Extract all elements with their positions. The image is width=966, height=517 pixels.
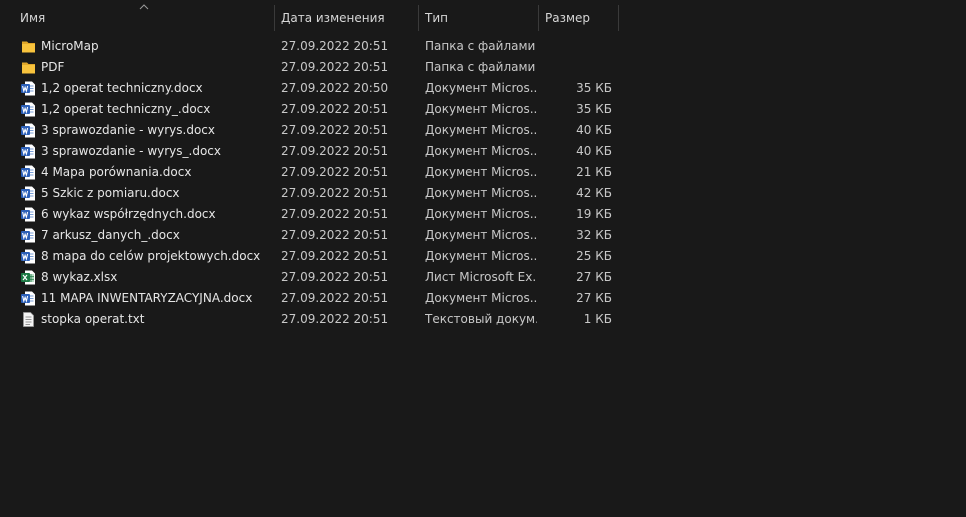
file-type: Документ Micros... [425,207,537,221]
file-row[interactable]: 6 wykaz współrzędnych.docx 27.09.2022 20:… [0,204,966,225]
file-row[interactable]: 7 arkusz_danych_.docx 27.09.2022 20:51 Док… [0,225,966,246]
file-name: 7 arkusz_danych_.docx [41,228,180,242]
word-document-icon [21,249,35,264]
file-row[interactable]: 5 Szkic z pomiaru.docx 27.09.2022 20:51 До… [0,183,966,204]
column-divider[interactable] [618,5,619,31]
excel-spreadsheet-icon [21,270,35,285]
word-document-icon [21,207,35,222]
file-date-modified: 27.09.2022 20:51 [281,312,389,326]
file-type: Документ Micros... [425,228,537,242]
file-size: 32 КБ [576,228,612,242]
file-row[interactable]: 8 mapa do celów projektowych.docx 27.09.2… [0,246,966,267]
file-list-view: Имя Дата изменения Тип Размер MicroMap 27… [0,0,966,517]
word-document-icon [21,81,35,96]
word-document-icon [21,123,35,138]
file-type: Документ Micros... [425,165,537,179]
file-name: 3 sprawozdanie - wyrys.docx [41,123,215,137]
file-row[interactable]: stopka operat.txt 27.09.2022 20:51 Текстов… [0,309,966,330]
column-divider[interactable] [538,5,539,31]
file-type: Документ Micros... [425,144,537,158]
file-size: 42 КБ [576,186,612,200]
column-divider[interactable] [418,5,419,31]
file-date-modified: 27.09.2022 20:51 [281,270,389,284]
file-date-modified: 27.09.2022 20:51 [281,291,389,305]
file-name: 3 sprawozdanie - wyrys_.docx [41,144,221,158]
file-size: 27 КБ [576,291,612,305]
column-header-size[interactable]: Размер [545,4,615,30]
file-date-modified: 27.09.2022 20:51 [281,102,389,116]
file-name: 8 mapa do celów projektowych.docx [41,249,261,263]
file-row[interactable]: PDF 27.09.2022 20:51 Папка с файлами [0,57,966,78]
column-header-name[interactable]: Имя [20,4,270,30]
file-name: MicroMap [41,39,99,53]
file-date-modified: 27.09.2022 20:51 [281,186,389,200]
folder-icon [22,41,35,53]
file-size: 19 КБ [576,207,612,221]
word-document-icon [21,228,35,243]
file-size: 40 КБ [576,123,612,137]
file-row[interactable]: 1,2 operat techniczny_.docx 27.09.2022 20… [0,99,966,120]
file-type: Документ Micros... [425,249,537,263]
file-type: Папка с файлами [425,60,536,74]
file-type: Папка с файлами [425,39,536,53]
word-document-icon [21,165,35,180]
file-row[interactable]: 3 sprawozdanie - wyrys_.docx 27.09.2022 2… [0,141,966,162]
file-date-modified: 27.09.2022 20:50 [281,81,389,95]
file-row[interactable]: 8 wykaz.xlsx 27.09.2022 20:51 Лист Microso… [0,267,966,288]
file-row[interactable]: 11 MAPA INWENTARYZACYJNA.docx 27.09.2022 … [0,288,966,309]
file-date-modified: 27.09.2022 20:51 [281,144,389,158]
file-row[interactable]: 4 Mapa porównania.docx 27.09.2022 20:51 До… [0,162,966,183]
file-size [540,36,612,57]
file-date-modified: 27.09.2022 20:51 [281,228,389,242]
word-document-icon [21,186,35,201]
column-divider[interactable] [274,5,275,31]
file-size: 40 КБ [576,144,612,158]
file-date-modified: 27.09.2022 20:51 [281,249,389,263]
folder-icon [22,62,35,74]
file-date-modified: 27.09.2022 20:51 [281,207,389,221]
file-type: Документ Micros... [425,81,537,95]
file-type: Лист Microsoft Ex... [425,270,537,284]
word-document-icon [21,144,35,159]
file-size: 1 КБ [583,312,612,326]
file-name: 6 wykaz współrzędnych.docx [41,207,216,221]
file-name: 1,2 operat techniczny_.docx [41,102,211,116]
file-size: 21 КБ [576,165,612,179]
file-date-modified: 27.09.2022 20:51 [281,165,389,179]
word-document-icon [21,102,35,117]
file-name: 8 wykaz.xlsx [41,270,118,284]
column-header-bar: Имя Дата изменения Тип Размер [0,0,966,34]
file-name: stopka operat.txt [41,312,145,326]
file-name: PDF [41,60,65,74]
file-type: Документ Micros... [425,123,537,137]
file-size: 35 КБ [576,102,612,116]
file-type: Текстовый докум... [425,312,537,326]
file-date-modified: 27.09.2022 20:51 [281,60,389,74]
file-row[interactable]: MicroMap 27.09.2022 20:51 Папка с файлами [0,36,966,57]
word-document-icon [21,291,35,306]
file-name: 4 Mapa porównania.docx [41,165,192,179]
file-name: 1,2 operat techniczny.docx [41,81,203,95]
file-type: Документ Micros... [425,186,537,200]
file-size: 35 КБ [576,81,612,95]
file-size [540,57,612,78]
file-row[interactable]: 1,2 operat techniczny.docx 27.09.2022 20:… [0,78,966,99]
column-header-date[interactable]: Дата изменения [281,4,416,30]
file-row[interactable]: 3 sprawozdanie - wyrys.docx 27.09.2022 20… [0,120,966,141]
file-size: 25 КБ [576,249,612,263]
file-date-modified: 27.09.2022 20:51 [281,123,389,137]
file-date-modified: 27.09.2022 20:51 [281,39,389,53]
file-name: 5 Szkic z pomiaru.docx [41,186,180,200]
file-type: Документ Micros... [425,291,537,305]
text-file-icon [23,312,34,327]
file-name: 11 MAPA INWENTARYZACYJNA.docx [41,291,253,305]
file-size: 27 КБ [576,270,612,284]
column-header-type[interactable]: Тип [425,4,535,30]
file-type: Документ Micros... [425,102,537,116]
